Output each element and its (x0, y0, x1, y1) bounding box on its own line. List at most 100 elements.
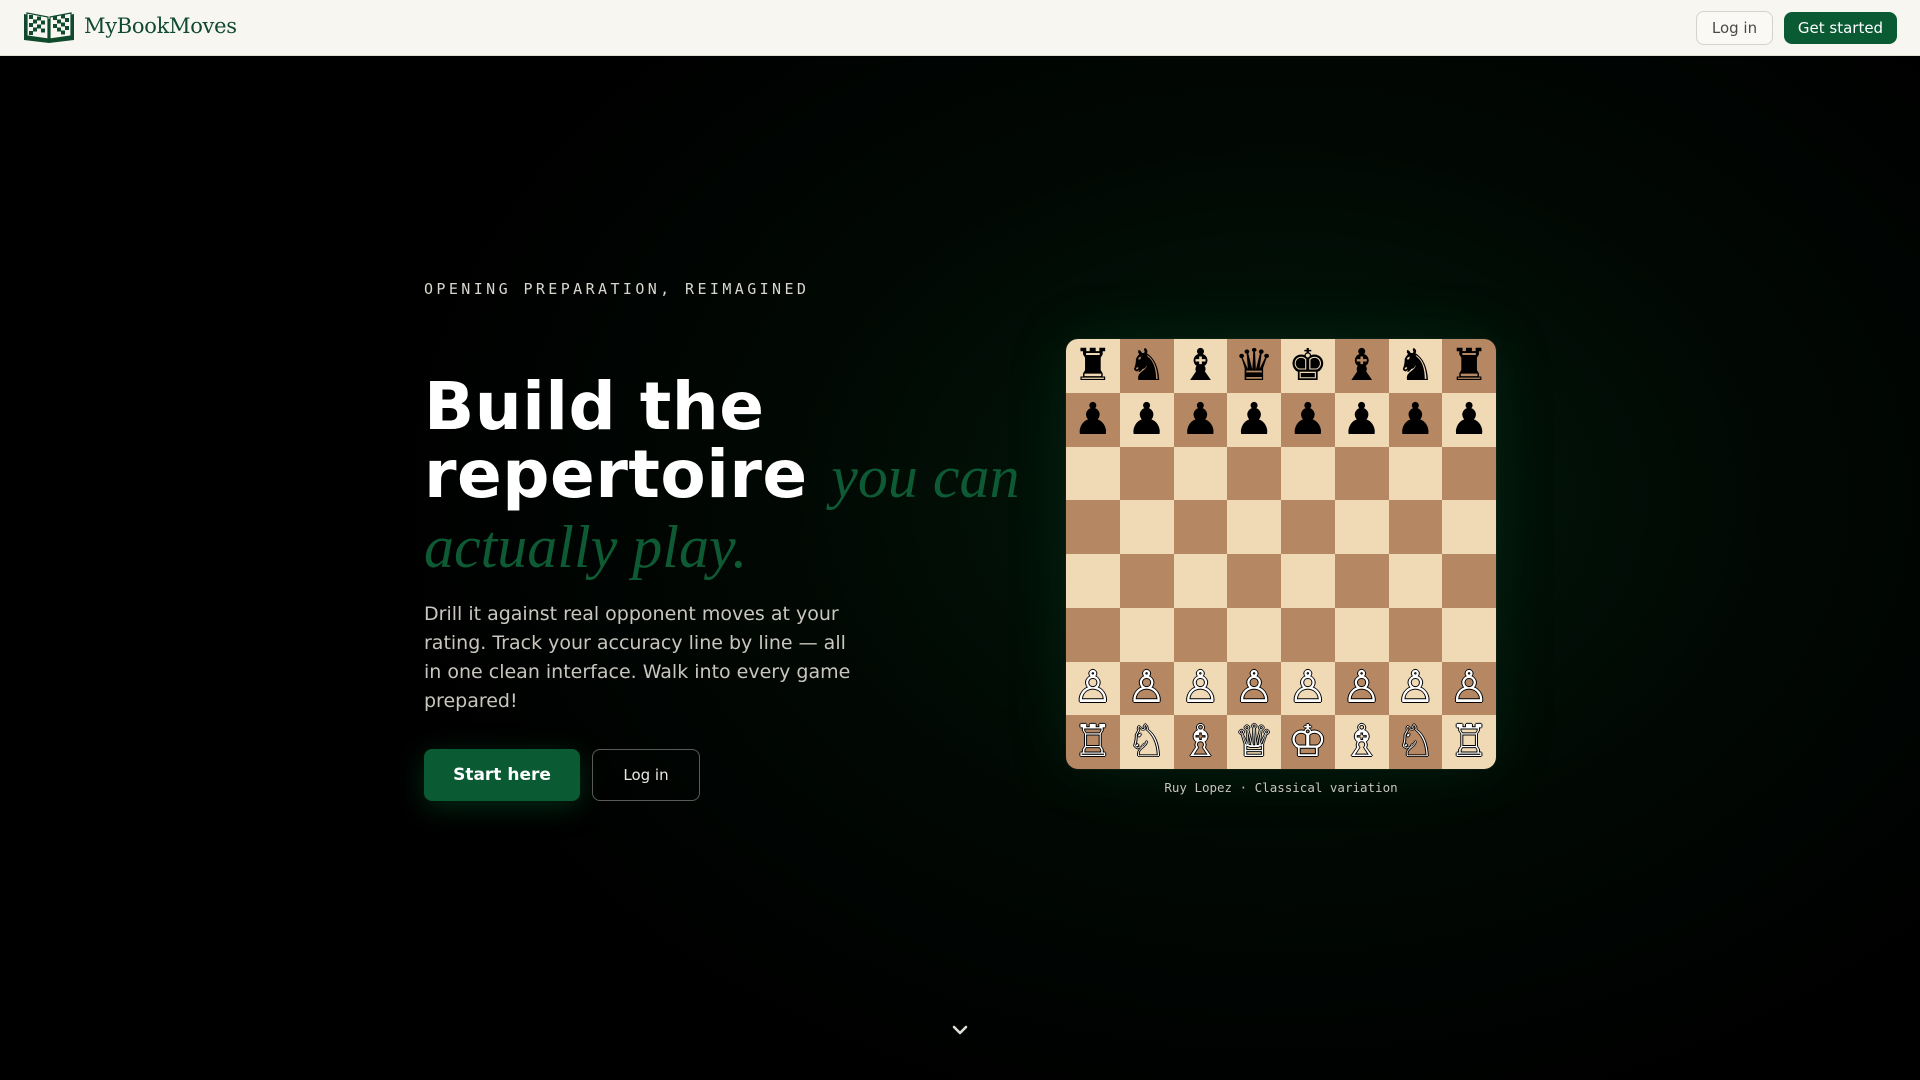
chess-piece: ♙ (1449, 662, 1489, 714)
chess-piece: ♙ (1341, 662, 1382, 714)
board-square (1066, 607, 1120, 662)
chess-piece: ♙ (1288, 662, 1328, 714)
board-square (1442, 607, 1496, 662)
chess-piece: ♟ (1288, 393, 1328, 445)
board-square: ♟ (1173, 392, 1228, 447)
board-caption: Ruy Lopez · Classical variation (1164, 780, 1398, 795)
chess-piece: ♗ (1180, 716, 1221, 768)
board-square (1119, 446, 1174, 501)
board-square: ♙ (1442, 661, 1496, 716)
chessboard-grid: ♜ ♞ ♝ ♛ ♚ ♝ ♞ ♜ ♟ ♟ ♟ ♟ ♟ ♟ ♟ ♟ ♙ ♙ ♙ ♙ ♙ ♙ ♙ ♙ ♖ ♘ ♗ ♕ ♔ ♗ ♘ ♖ (1066, 339, 1496, 769)
board-square: ♖ (1066, 715, 1120, 769)
board-square (1066, 500, 1120, 554)
chess-piece: ♞ (1395, 339, 1436, 391)
board-square: ♙ (1066, 661, 1120, 716)
chess-piece: ♞ (1126, 339, 1167, 391)
hero-login-button[interactable]: Log in (592, 749, 700, 801)
chevron-down-icon[interactable] (950, 1022, 970, 1038)
chess-piece: ♙ (1395, 662, 1436, 714)
board-square (1281, 446, 1335, 501)
get-started-button[interactable]: Get started (1784, 12, 1897, 44)
board-square: ♙ (1334, 661, 1389, 716)
chess-piece: ♙ (1234, 662, 1274, 714)
board-square: ♗ (1173, 715, 1228, 769)
board-square (1173, 607, 1228, 662)
board-square: ♟ (1334, 392, 1389, 447)
board-square: ♘ (1119, 715, 1174, 769)
board-square (1066, 554, 1120, 608)
board-square (1119, 607, 1174, 662)
board-square (1388, 554, 1443, 608)
board-square: ♟ (1442, 392, 1496, 447)
chess-piece: ♘ (1395, 716, 1436, 768)
chess-piece: ♕ (1234, 716, 1274, 768)
start-here-button[interactable]: Start here (424, 749, 580, 801)
chess-piece: ♟ (1234, 393, 1274, 445)
chess-piece: ♗ (1341, 716, 1382, 768)
board-square (1388, 446, 1443, 501)
board-square: ♙ (1119, 661, 1174, 716)
board-square: ♚ (1281, 339, 1335, 393)
board-square: ♟ (1388, 392, 1443, 447)
board-square (1442, 446, 1496, 501)
chess-piece: ♚ (1288, 339, 1328, 391)
chess-piece: ♝ (1180, 339, 1221, 391)
headline-plain: Build the repertoire (424, 368, 808, 513)
chess-piece: ♟ (1180, 393, 1221, 445)
chess-piece: ♟ (1395, 393, 1436, 445)
board-square (1442, 500, 1496, 554)
board-square (1227, 554, 1281, 608)
board-square: ♝ (1173, 339, 1228, 393)
chess-piece: ♖ (1449, 716, 1489, 768)
board-square (1281, 607, 1335, 662)
board-square (1334, 446, 1389, 501)
hero-subcopy: Drill it against real opponent moves at … (424, 603, 851, 712)
board-square: ♙ (1388, 661, 1443, 716)
board-square: ♔ (1281, 715, 1335, 769)
board-square: ♟ (1281, 392, 1335, 447)
chess-piece: ♙ (1126, 662, 1167, 714)
chess-piece: ♜ (1073, 339, 1113, 391)
chess-piece: ♙ (1073, 662, 1113, 714)
board-square (1334, 607, 1389, 662)
board-square: ♟ (1119, 392, 1174, 447)
board-square (1173, 554, 1228, 608)
open-book-chessboard-icon (24, 12, 74, 43)
board-square (1442, 554, 1496, 608)
board-square (1281, 500, 1335, 554)
board-square (1388, 607, 1443, 662)
board-square: ♜ (1066, 339, 1120, 393)
board-square (1227, 446, 1281, 501)
board-square: ♟ (1227, 392, 1281, 447)
board-square: ♜ (1442, 339, 1496, 393)
board-square (1281, 554, 1335, 608)
board-square: ♘ (1388, 715, 1443, 769)
board-square: ♞ (1388, 339, 1443, 393)
chess-piece: ♟ (1073, 393, 1113, 445)
chessboard-preview: ♜ ♞ ♝ ♛ ♚ ♝ ♞ ♜ ♟ ♟ ♟ ♟ ♟ ♟ ♟ ♟ ♙ ♙ ♙ ♙ ♙ ♙ ♙ ♙ ♖ ♘ ♗ ♕ ♔ ♗ ♘ ♖ (1066, 339, 1496, 769)
chess-piece: ♝ (1341, 339, 1382, 391)
chess-piece: ♔ (1288, 716, 1328, 768)
chess-piece: ♟ (1126, 393, 1167, 445)
chess-piece: ♜ (1449, 339, 1489, 391)
board-square (1066, 446, 1120, 501)
brand-link[interactable]: MyBookMoves (22, 6, 237, 46)
board-square (1119, 500, 1174, 554)
brand-name: MyBookMoves (84, 14, 237, 38)
nav-login-button[interactable]: Log in (1696, 11, 1773, 45)
top-navbar: MyBookMoves Log in Get started (0, 0, 1920, 56)
board-square: ♟ (1066, 392, 1120, 447)
board-square: ♗ (1334, 715, 1389, 769)
chess-piece: ♘ (1126, 716, 1167, 768)
board-square: ♖ (1442, 715, 1496, 769)
chess-piece: ♖ (1073, 716, 1113, 768)
hero-headline: Build the repertoire you can actually pl… (424, 373, 1024, 581)
board-square: ♝ (1334, 339, 1389, 393)
board-square: ♙ (1173, 661, 1228, 716)
board-square: ♙ (1281, 661, 1335, 716)
chess-piece: ♙ (1180, 662, 1221, 714)
board-square (1227, 607, 1281, 662)
hero-eyebrow: OPENING PREPARATION, REIMAGINED (424, 280, 810, 298)
board-square (1334, 554, 1389, 608)
board-square (1334, 500, 1389, 554)
